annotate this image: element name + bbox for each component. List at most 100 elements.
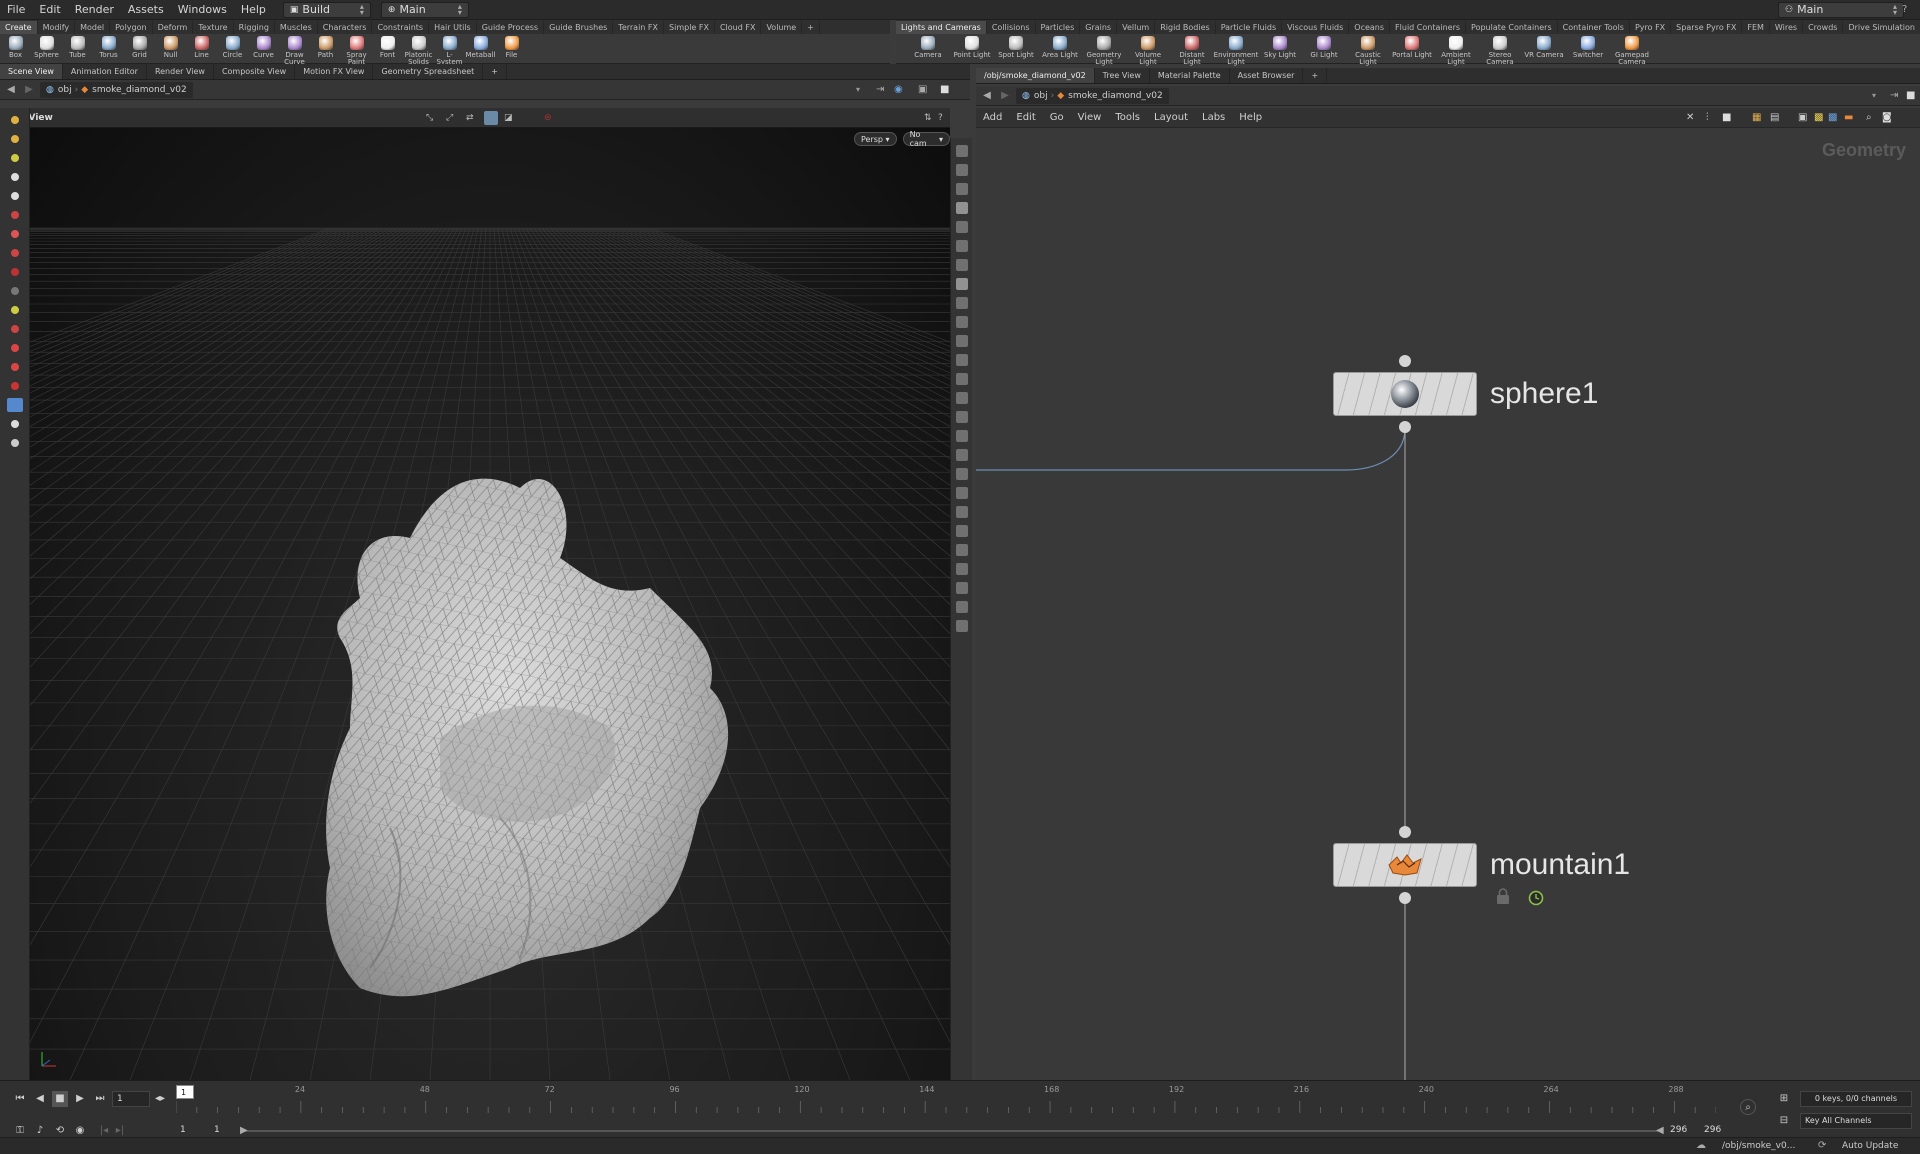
viewport-help-icon[interactable]: ?: [938, 113, 943, 123]
menu-file[interactable]: File: [0, 3, 32, 16]
jump-start-icon[interactable]: ⏮: [12, 1091, 28, 1107]
transform-icon[interactable]: [6, 208, 23, 222]
tool-switcher[interactable]: Switcher: [1566, 34, 1610, 59]
network-editor[interactable]: Geometry sphere1 mountain1: [976, 128, 1920, 1080]
shelf-tab-texture[interactable]: Texture: [193, 20, 234, 34]
wrench-icon[interactable]: ✕: [1686, 112, 1694, 123]
shelf-tab-particles[interactable]: Particles: [1036, 20, 1081, 34]
tool-l-system[interactable]: L-System: [434, 34, 465, 66]
tool-environment-light[interactable]: Environment Light: [1214, 34, 1258, 66]
shelf-tab-volume[interactable]: Volume: [761, 20, 803, 34]
viewport-title[interactable]: View: [29, 113, 53, 123]
display-option-9-icon[interactable]: [955, 297, 968, 309]
shelf-tab-modify[interactable]: Modify: [38, 20, 76, 34]
path-dropdown-icon[interactable]: ▾: [1872, 91, 1876, 100]
channel-icon[interactable]: ⊟: [1776, 1113, 1792, 1129]
display-option-7-icon[interactable]: [955, 259, 968, 271]
network-level-select[interactable]: ⊕ Main ▴ ▾: [380, 1, 469, 18]
handle-icon[interactable]: [6, 113, 23, 127]
display-option-22-icon[interactable]: [955, 544, 968, 556]
desktop-select[interactable]: ▣ Build ▴ ▾: [282, 1, 371, 18]
network-help-icon[interactable]: ◙: [1882, 112, 1892, 123]
snap-prim-icon[interactable]: ⇄: [466, 113, 474, 123]
pane-tab-scene-view[interactable]: Scene View: [0, 64, 63, 79]
tool-ambient-light[interactable]: Ambient Light: [1434, 34, 1478, 66]
display-option-18-icon[interactable]: [955, 468, 968, 480]
tool-gi-light[interactable]: GI Light: [1302, 34, 1346, 59]
shelf-tab-drive-simulation[interactable]: Drive Simulation: [1843, 20, 1920, 34]
range-slider[interactable]: [242, 1130, 1662, 1132]
node-input-port[interactable]: [1399, 355, 1411, 367]
path-dropdown-icon[interactable]: ▾: [856, 85, 860, 94]
node-output-port[interactable]: [1399, 892, 1411, 904]
status-path[interactable]: /obj/smoke_v0...: [1722, 1141, 1795, 1151]
rotate-icon[interactable]: [6, 227, 23, 241]
key-all-channels[interactable]: Key All Channels: [1800, 1113, 1912, 1129]
stop-icon[interactable]: ■: [52, 1091, 68, 1107]
maximize-icon[interactable]: ■: [940, 84, 949, 95]
pane-tab-add[interactable]: +: [483, 64, 507, 79]
peak-icon[interactable]: [6, 379, 23, 393]
lock-icon[interactable]: [1496, 888, 1510, 904]
display-option-11-icon[interactable]: [955, 335, 968, 347]
display-option-19-icon[interactable]: [955, 487, 968, 499]
tool-curve[interactable]: Curve: [248, 34, 279, 59]
display-option-8-icon[interactable]: [955, 278, 968, 290]
tool-metaball[interactable]: Metaball: [465, 34, 496, 59]
link-icon[interactable]: ◉: [894, 84, 903, 95]
flipbook-icon[interactable]: [6, 436, 23, 450]
tool-box[interactable]: Box: [0, 34, 31, 59]
note-icon[interactable]: ■: [1722, 112, 1731, 123]
display-option-21-icon[interactable]: [955, 525, 968, 537]
persp-menu[interactable]: Persp ▾: [854, 132, 897, 146]
display-icon[interactable]: ▣: [918, 84, 927, 95]
network-box-icon[interactable]: ▩: [1828, 112, 1837, 123]
pane-tab-material-palette[interactable]: Material Palette: [1150, 68, 1230, 83]
shelf-tab-populate-containers[interactable]: Populate Containers: [1466, 20, 1558, 34]
tool-null[interactable]: Null: [155, 34, 186, 59]
paint-icon[interactable]: [6, 151, 23, 165]
view-tool-icon[interactable]: [6, 398, 23, 412]
current-frame-field[interactable]: 1: [112, 1091, 150, 1107]
snap-active-icon[interactable]: [484, 110, 498, 125]
measure-icon[interactable]: [6, 322, 23, 336]
display-option-24-icon[interactable]: [955, 582, 968, 594]
edit-icon[interactable]: [6, 303, 23, 317]
camera-menu[interactable]: No cam ▾: [902, 130, 950, 148]
pin-icon[interactable]: ⇥: [876, 84, 884, 95]
scope-icon[interactable]: ⌕: [1740, 1099, 1756, 1115]
pane-tab-motion-fx-view[interactable]: Motion FX View: [295, 64, 374, 79]
shelf-tab-muscles[interactable]: Muscles: [275, 20, 318, 34]
shelf-tab-viscous-fluids[interactable]: Viscous Fluids: [1282, 20, 1350, 34]
lock-icon[interactable]: [6, 189, 23, 203]
shelf-tab-grains[interactable]: Grains: [1080, 20, 1118, 34]
shelf-tab-create[interactable]: Create: [0, 20, 38, 34]
net-menu-labs[interactable]: Labs: [1195, 112, 1232, 123]
tool-spray-paint[interactable]: Spray Paint: [341, 34, 372, 66]
tool-point-light[interactable]: Point Light: [950, 34, 994, 59]
pane-tab-animation-editor[interactable]: Animation Editor: [63, 64, 147, 79]
scene-viewport[interactable]: Persp ▾ No cam ▾: [30, 128, 950, 1080]
shelf-tab-fluid-containers[interactable]: Fluid Containers: [1390, 20, 1467, 34]
tool-path[interactable]: Path: [310, 34, 341, 59]
shelf-tab-sparse-pyro-fx[interactable]: Sparse Pyro FX: [1671, 20, 1743, 34]
shelf-tab-collisions[interactable]: Collisions: [987, 20, 1036, 34]
sticky-icon[interactable]: ▩: [1814, 112, 1823, 123]
pane-tab-asset-browser[interactable]: Asset Browser: [1230, 68, 1304, 83]
menu-render[interactable]: Render: [68, 3, 121, 16]
shelf-tab-deform[interactable]: Deform: [153, 20, 194, 34]
net-menu-add[interactable]: Add: [976, 112, 1009, 123]
message-icon[interactable]: ☁: [1696, 1140, 1706, 1151]
scale-icon[interactable]: [6, 246, 23, 260]
shelf-tab-characters[interactable]: Characters: [318, 20, 373, 34]
net-menu-edit[interactable]: Edit: [1009, 112, 1042, 123]
shelf-tab-constraints[interactable]: Constraints: [372, 20, 430, 34]
grid-view-icon[interactable]: ▦: [1752, 112, 1761, 123]
auto-update[interactable]: Auto Update: [1842, 1141, 1898, 1151]
display-option-20-icon[interactable]: [955, 506, 968, 518]
update-mode-icon[interactable]: ⟳: [1818, 1140, 1826, 1151]
shelf-tab-pyro-fx[interactable]: Pyro FX: [1630, 20, 1672, 34]
menu-assets[interactable]: Assets: [121, 3, 171, 16]
display-option-25-icon[interactable]: [955, 601, 968, 613]
shelf-tab-rigid-bodies[interactable]: Rigid Bodies: [1155, 20, 1216, 34]
